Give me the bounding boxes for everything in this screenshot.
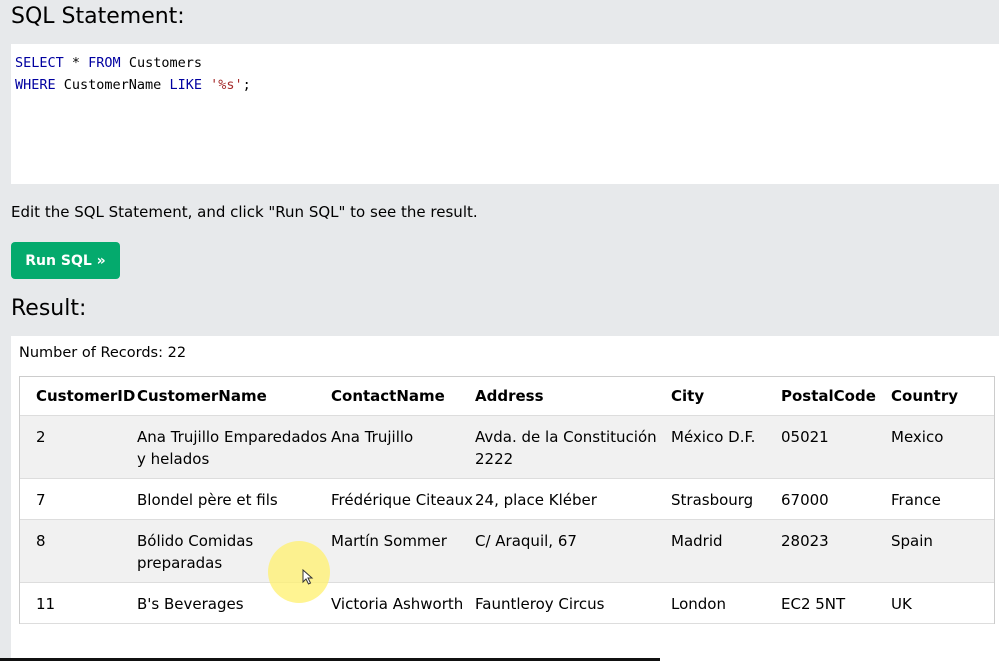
sql-statement-title: SQL Statement: bbox=[11, 4, 185, 29]
table-row: 7 Blondel père et fils Frédérique Citeau… bbox=[20, 478, 994, 520]
cell-country: UK bbox=[891, 595, 912, 613]
sql-line-1: SELECT * FROM Customers bbox=[15, 55, 202, 71]
table-row: 2 Ana Trujillo Emparedados y helados Ana… bbox=[20, 415, 994, 479]
table-row: 8 Bólido Comidas preparadas Martín Somme… bbox=[20, 519, 994, 583]
cell-city: London bbox=[671, 595, 726, 613]
cell-contactname: Ana Trujillo bbox=[331, 428, 414, 446]
cell-postalcode: 67000 bbox=[781, 491, 829, 509]
cell-country: Mexico bbox=[891, 428, 944, 446]
header-postalcode: PostalCode bbox=[781, 377, 891, 416]
cell-city: Madrid bbox=[671, 532, 723, 550]
cell-customername: Ana Trujillo Emparedados y helados bbox=[137, 428, 328, 468]
cell-address: Avda. de la Constitución 2222 bbox=[475, 428, 657, 468]
run-sql-button[interactable]: Run SQL » bbox=[11, 242, 120, 279]
instruction-text: Edit the SQL Statement, and click "Run S… bbox=[11, 203, 478, 221]
header-customerid: CustomerID bbox=[20, 377, 137, 416]
result-title: Result: bbox=[11, 296, 87, 321]
cell-address: 24, place Kléber bbox=[475, 491, 597, 509]
cell-customername: Bólido Comidas preparadas bbox=[137, 532, 254, 572]
cell-address: Fauntleroy Circus bbox=[475, 595, 605, 613]
table-row: 11 B's Beverages Victoria Ashworth Faunt… bbox=[20, 582, 994, 624]
cell-city: Strasbourg bbox=[671, 491, 754, 509]
cell-country: France bbox=[891, 491, 941, 509]
cell-city: México D.F. bbox=[671, 428, 756, 446]
cell-postalcode: EC2 5NT bbox=[781, 595, 846, 613]
cell-address: C/ Araquil, 67 bbox=[475, 532, 577, 550]
cell-customername: Blondel père et fils bbox=[137, 491, 278, 509]
cell-contactname: Frédérique Citeaux bbox=[331, 491, 474, 509]
cell-contactname: Victoria Ashworth bbox=[331, 595, 464, 613]
cell-customerid: 7 bbox=[36, 491, 46, 509]
result-panel: Number of Records: 22 CustomerID Custome… bbox=[11, 336, 999, 661]
cell-country: Spain bbox=[891, 532, 933, 550]
results-table: CustomerID CustomerName ContactName Addr… bbox=[20, 377, 994, 624]
sql-editor[interactable]: SELECT * FROM Customers WHERE CustomerNa… bbox=[11, 44, 999, 184]
cell-customername: B's Beverages bbox=[137, 595, 244, 613]
header-city: City bbox=[671, 377, 781, 416]
cell-customerid: 11 bbox=[36, 595, 56, 613]
table-header-row: CustomerID CustomerName ContactName Addr… bbox=[20, 377, 994, 416]
sql-line-2: WHERE CustomerName LIKE '%s'; bbox=[15, 77, 251, 93]
header-contactname: ContactName bbox=[331, 377, 475, 416]
cell-customerid: 2 bbox=[36, 428, 46, 446]
cell-customerid: 8 bbox=[36, 532, 46, 550]
header-customername: CustomerName bbox=[137, 377, 331, 416]
cell-contactname: Martín Sommer bbox=[331, 532, 447, 550]
cell-postalcode: 05021 bbox=[781, 428, 829, 446]
results-table-container: CustomerID CustomerName ContactName Addr… bbox=[19, 376, 995, 624]
record-count: Number of Records: 22 bbox=[19, 345, 187, 361]
cell-postalcode: 28023 bbox=[781, 532, 829, 550]
header-address: Address bbox=[475, 377, 671, 416]
header-country: Country bbox=[891, 377, 994, 416]
